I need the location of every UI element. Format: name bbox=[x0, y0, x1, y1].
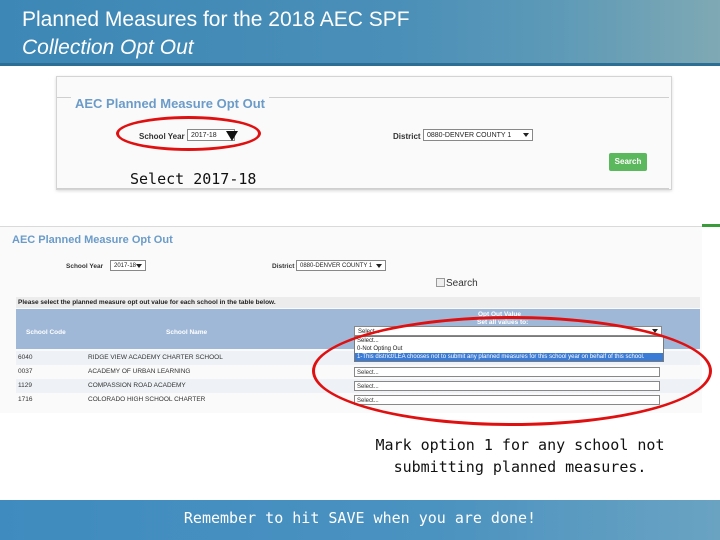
district-select[interactable]: 0880-DENVER COUNTY 1 bbox=[423, 129, 533, 141]
school-name: COMPASSION ROAD ACADEMY bbox=[88, 382, 186, 389]
chevron-down-icon bbox=[523, 133, 529, 137]
search-button[interactable]: Search bbox=[609, 153, 647, 171]
slide-title: Planned Measures for the 2018 AEC SPF bbox=[22, 8, 410, 31]
search-image-link[interactable]: Search bbox=[436, 278, 478, 289]
panel-title: AEC Planned Measure Opt Out bbox=[12, 234, 173, 246]
school-code: 6040 bbox=[18, 354, 33, 361]
school-code: 1716 bbox=[18, 396, 33, 403]
school-year-select-value: 2017-18 bbox=[114, 263, 137, 269]
column-school-name[interactable]: School Name bbox=[166, 329, 207, 336]
slide-subtitle: Collection Opt Out bbox=[22, 36, 194, 59]
title-bar: Planned Measures for the 2018 AEC SPF Co… bbox=[0, 0, 720, 66]
school-year-select[interactable]: 2017-18 bbox=[110, 260, 146, 271]
highlight-oval-school-year bbox=[116, 116, 261, 151]
chevron-down-icon bbox=[376, 264, 382, 268]
highlight-oval-opt-out bbox=[312, 316, 712, 426]
district-select[interactable]: 0880-DENVER COUNTY 1 bbox=[296, 260, 386, 271]
school-name: ACADEMY OF URBAN LEARNING bbox=[88, 368, 191, 375]
school-year-label: School Year bbox=[66, 263, 104, 270]
school-name: RIDGE VIEW ACADEMY CHARTER SCHOOL bbox=[88, 354, 223, 361]
school-code: 1129 bbox=[18, 382, 32, 389]
school-code: 0037 bbox=[18, 368, 33, 375]
title-divider bbox=[0, 63, 720, 66]
caption-select-year: Select 2017-18 bbox=[130, 170, 257, 188]
district-select-value: 0880-DENVER COUNTY 1 bbox=[300, 263, 373, 269]
instruction-text: Please select the planned measure opt ou… bbox=[16, 297, 700, 308]
district-label: District bbox=[272, 263, 295, 270]
search-image-alt: Search bbox=[446, 278, 478, 289]
panel-title: AEC Planned Measure Opt Out bbox=[71, 96, 269, 111]
chevron-down-icon bbox=[136, 264, 142, 268]
school-name: COLORADO HIGH SCHOOL CHARTER bbox=[88, 396, 206, 403]
district-select-value: 0880-DENVER COUNTY 1 bbox=[427, 132, 512, 139]
broken-image-icon bbox=[436, 278, 445, 287]
column-school-code[interactable]: School Code bbox=[26, 329, 66, 336]
caption-mark-option: Mark option 1 for any school not submitt… bbox=[375, 436, 665, 476]
decorative-divider bbox=[702, 224, 720, 227]
district-label: District bbox=[393, 132, 421, 141]
footer-reminder: Remember to hit SAVE when you are done! bbox=[183, 509, 537, 527]
